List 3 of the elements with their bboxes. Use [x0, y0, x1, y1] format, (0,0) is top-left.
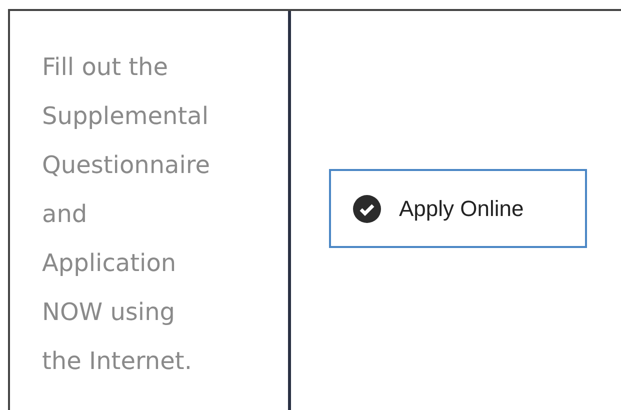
check-circle-icon: [353, 194, 381, 222]
instructions-text: Fill out the Supplemental Questionnaire and Application NOW using the Internet.: [42, 52, 212, 377]
apply-online-button[interactable]: Apply Online: [329, 169, 587, 248]
